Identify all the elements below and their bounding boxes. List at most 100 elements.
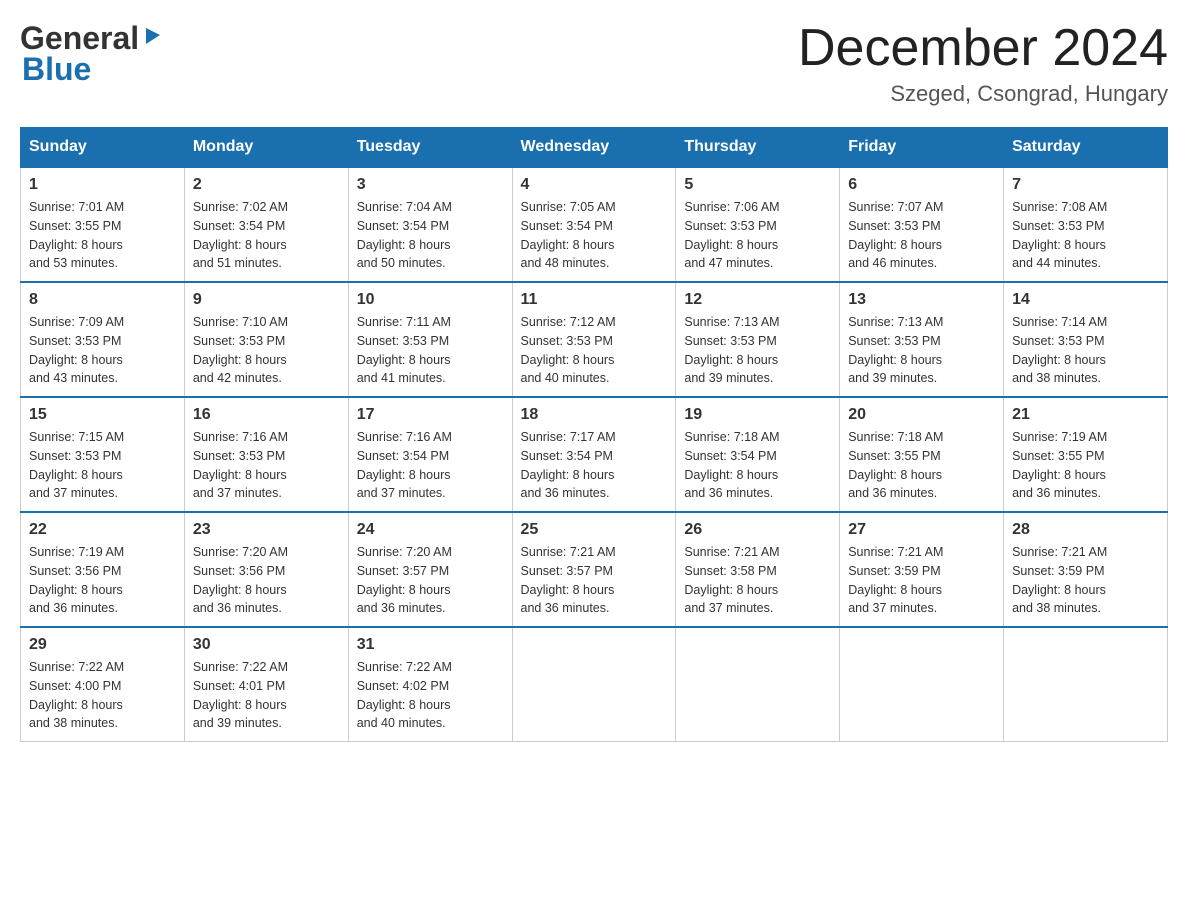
day-number: 13	[848, 291, 995, 309]
day-number: 25	[521, 521, 668, 539]
calendar-header-row: Sunday Monday Tuesday Wednesday Thursday…	[21, 128, 1168, 168]
header-sunday: Sunday	[21, 128, 185, 168]
header-friday: Friday	[840, 128, 1004, 168]
day-number: 23	[193, 521, 340, 539]
day-number: 8	[29, 291, 176, 309]
day-info: Sunrise: 7:16 AMSunset: 3:53 PMDaylight:…	[193, 430, 288, 500]
day-cell-5: 5 Sunrise: 7:06 AMSunset: 3:53 PMDayligh…	[676, 167, 840, 282]
page-header: General Blue December 2024 Szeged, Csong…	[20, 20, 1168, 107]
day-cell-16: 16 Sunrise: 7:16 AMSunset: 3:53 PMDaylig…	[184, 397, 348, 512]
day-number: 29	[29, 636, 176, 654]
day-number: 24	[357, 521, 504, 539]
day-info: Sunrise: 7:06 AMSunset: 3:53 PMDaylight:…	[684, 200, 779, 270]
day-cell-29: 29 Sunrise: 7:22 AMSunset: 4:00 PMDaylig…	[21, 627, 185, 742]
day-cell-22: 22 Sunrise: 7:19 AMSunset: 3:56 PMDaylig…	[21, 512, 185, 627]
day-number: 7	[1012, 176, 1159, 194]
week-row-3: 15 Sunrise: 7:15 AMSunset: 3:53 PMDaylig…	[21, 397, 1168, 512]
day-cell-31: 31 Sunrise: 7:22 AMSunset: 4:02 PMDaylig…	[348, 627, 512, 742]
logo-blue-text: Blue	[22, 51, 91, 88]
day-info: Sunrise: 7:08 AMSunset: 3:53 PMDaylight:…	[1012, 200, 1107, 270]
day-cell-11: 11 Sunrise: 7:12 AMSunset: 3:53 PMDaylig…	[512, 282, 676, 397]
calendar-table: Sunday Monday Tuesday Wednesday Thursday…	[20, 127, 1168, 742]
day-number: 26	[684, 521, 831, 539]
day-number: 11	[521, 291, 668, 309]
day-cell-3: 3 Sunrise: 7:04 AMSunset: 3:54 PMDayligh…	[348, 167, 512, 282]
day-info: Sunrise: 7:21 AMSunset: 3:58 PMDaylight:…	[684, 545, 779, 615]
day-info: Sunrise: 7:14 AMSunset: 3:53 PMDaylight:…	[1012, 315, 1107, 385]
day-info: Sunrise: 7:12 AMSunset: 3:53 PMDaylight:…	[521, 315, 616, 385]
title-section: December 2024 Szeged, Csongrad, Hungary	[798, 20, 1168, 107]
day-info: Sunrise: 7:18 AMSunset: 3:55 PMDaylight:…	[848, 430, 943, 500]
header-thursday: Thursday	[676, 128, 840, 168]
day-number: 28	[1012, 521, 1159, 539]
day-info: Sunrise: 7:02 AMSunset: 3:54 PMDaylight:…	[193, 200, 288, 270]
day-info: Sunrise: 7:21 AMSunset: 3:57 PMDaylight:…	[521, 545, 616, 615]
day-info: Sunrise: 7:21 AMSunset: 3:59 PMDaylight:…	[848, 545, 943, 615]
day-info: Sunrise: 7:20 AMSunset: 3:57 PMDaylight:…	[357, 545, 452, 615]
header-wednesday: Wednesday	[512, 128, 676, 168]
week-row-2: 8 Sunrise: 7:09 AMSunset: 3:53 PMDayligh…	[21, 282, 1168, 397]
day-info: Sunrise: 7:15 AMSunset: 3:53 PMDaylight:…	[29, 430, 124, 500]
week-row-1: 1 Sunrise: 7:01 AMSunset: 3:55 PMDayligh…	[21, 167, 1168, 282]
day-cell-30: 30 Sunrise: 7:22 AMSunset: 4:01 PMDaylig…	[184, 627, 348, 742]
day-cell-24: 24 Sunrise: 7:20 AMSunset: 3:57 PMDaylig…	[348, 512, 512, 627]
day-cell-8: 8 Sunrise: 7:09 AMSunset: 3:53 PMDayligh…	[21, 282, 185, 397]
day-cell-27: 27 Sunrise: 7:21 AMSunset: 3:59 PMDaylig…	[840, 512, 1004, 627]
header-monday: Monday	[184, 128, 348, 168]
day-cell-21: 21 Sunrise: 7:19 AMSunset: 3:55 PMDaylig…	[1004, 397, 1168, 512]
day-number: 5	[684, 176, 831, 194]
day-number: 27	[848, 521, 995, 539]
empty-cell-w4-d5	[840, 627, 1004, 742]
day-cell-9: 9 Sunrise: 7:10 AMSunset: 3:53 PMDayligh…	[184, 282, 348, 397]
day-number: 1	[29, 176, 176, 194]
day-cell-18: 18 Sunrise: 7:17 AMSunset: 3:54 PMDaylig…	[512, 397, 676, 512]
day-cell-17: 17 Sunrise: 7:16 AMSunset: 3:54 PMDaylig…	[348, 397, 512, 512]
day-cell-10: 10 Sunrise: 7:11 AMSunset: 3:53 PMDaylig…	[348, 282, 512, 397]
day-cell-26: 26 Sunrise: 7:21 AMSunset: 3:58 PMDaylig…	[676, 512, 840, 627]
day-number: 30	[193, 636, 340, 654]
day-info: Sunrise: 7:11 AMSunset: 3:53 PMDaylight:…	[357, 315, 451, 385]
day-info: Sunrise: 7:01 AMSunset: 3:55 PMDaylight:…	[29, 200, 124, 270]
day-number: 9	[193, 291, 340, 309]
day-cell-7: 7 Sunrise: 7:08 AMSunset: 3:53 PMDayligh…	[1004, 167, 1168, 282]
day-info: Sunrise: 7:13 AMSunset: 3:53 PMDaylight:…	[684, 315, 779, 385]
day-number: 12	[684, 291, 831, 309]
day-cell-4: 4 Sunrise: 7:05 AMSunset: 3:54 PMDayligh…	[512, 167, 676, 282]
day-number: 14	[1012, 291, 1159, 309]
day-number: 16	[193, 406, 340, 424]
day-cell-1: 1 Sunrise: 7:01 AMSunset: 3:55 PMDayligh…	[21, 167, 185, 282]
day-info: Sunrise: 7:18 AMSunset: 3:54 PMDaylight:…	[684, 430, 779, 500]
day-info: Sunrise: 7:20 AMSunset: 3:56 PMDaylight:…	[193, 545, 288, 615]
day-number: 21	[1012, 406, 1159, 424]
day-info: Sunrise: 7:21 AMSunset: 3:59 PMDaylight:…	[1012, 545, 1107, 615]
month-title: December 2024	[798, 20, 1168, 77]
week-row-5: 29 Sunrise: 7:22 AMSunset: 4:00 PMDaylig…	[21, 627, 1168, 742]
day-number: 6	[848, 176, 995, 194]
day-info: Sunrise: 7:10 AMSunset: 3:53 PMDaylight:…	[193, 315, 288, 385]
day-number: 22	[29, 521, 176, 539]
empty-cell-w4-d4	[676, 627, 840, 742]
day-info: Sunrise: 7:22 AMSunset: 4:00 PMDaylight:…	[29, 660, 124, 730]
day-number: 10	[357, 291, 504, 309]
day-info: Sunrise: 7:22 AMSunset: 4:01 PMDaylight:…	[193, 660, 288, 730]
day-info: Sunrise: 7:13 AMSunset: 3:53 PMDaylight:…	[848, 315, 943, 385]
day-number: 31	[357, 636, 504, 654]
day-cell-13: 13 Sunrise: 7:13 AMSunset: 3:53 PMDaylig…	[840, 282, 1004, 397]
day-info: Sunrise: 7:19 AMSunset: 3:56 PMDaylight:…	[29, 545, 124, 615]
logo-arrow-icon	[142, 24, 164, 51]
location: Szeged, Csongrad, Hungary	[798, 81, 1168, 107]
day-cell-12: 12 Sunrise: 7:13 AMSunset: 3:53 PMDaylig…	[676, 282, 840, 397]
day-number: 18	[521, 406, 668, 424]
day-info: Sunrise: 7:22 AMSunset: 4:02 PMDaylight:…	[357, 660, 452, 730]
day-info: Sunrise: 7:16 AMSunset: 3:54 PMDaylight:…	[357, 430, 452, 500]
day-info: Sunrise: 7:17 AMSunset: 3:54 PMDaylight:…	[521, 430, 616, 500]
day-cell-14: 14 Sunrise: 7:14 AMSunset: 3:53 PMDaylig…	[1004, 282, 1168, 397]
empty-cell-w4-d6	[1004, 627, 1168, 742]
day-number: 15	[29, 406, 176, 424]
empty-cell-w4-d3	[512, 627, 676, 742]
logo: General Blue	[20, 20, 164, 88]
day-cell-19: 19 Sunrise: 7:18 AMSunset: 3:54 PMDaylig…	[676, 397, 840, 512]
day-cell-20: 20 Sunrise: 7:18 AMSunset: 3:55 PMDaylig…	[840, 397, 1004, 512]
header-tuesday: Tuesday	[348, 128, 512, 168]
day-cell-23: 23 Sunrise: 7:20 AMSunset: 3:56 PMDaylig…	[184, 512, 348, 627]
